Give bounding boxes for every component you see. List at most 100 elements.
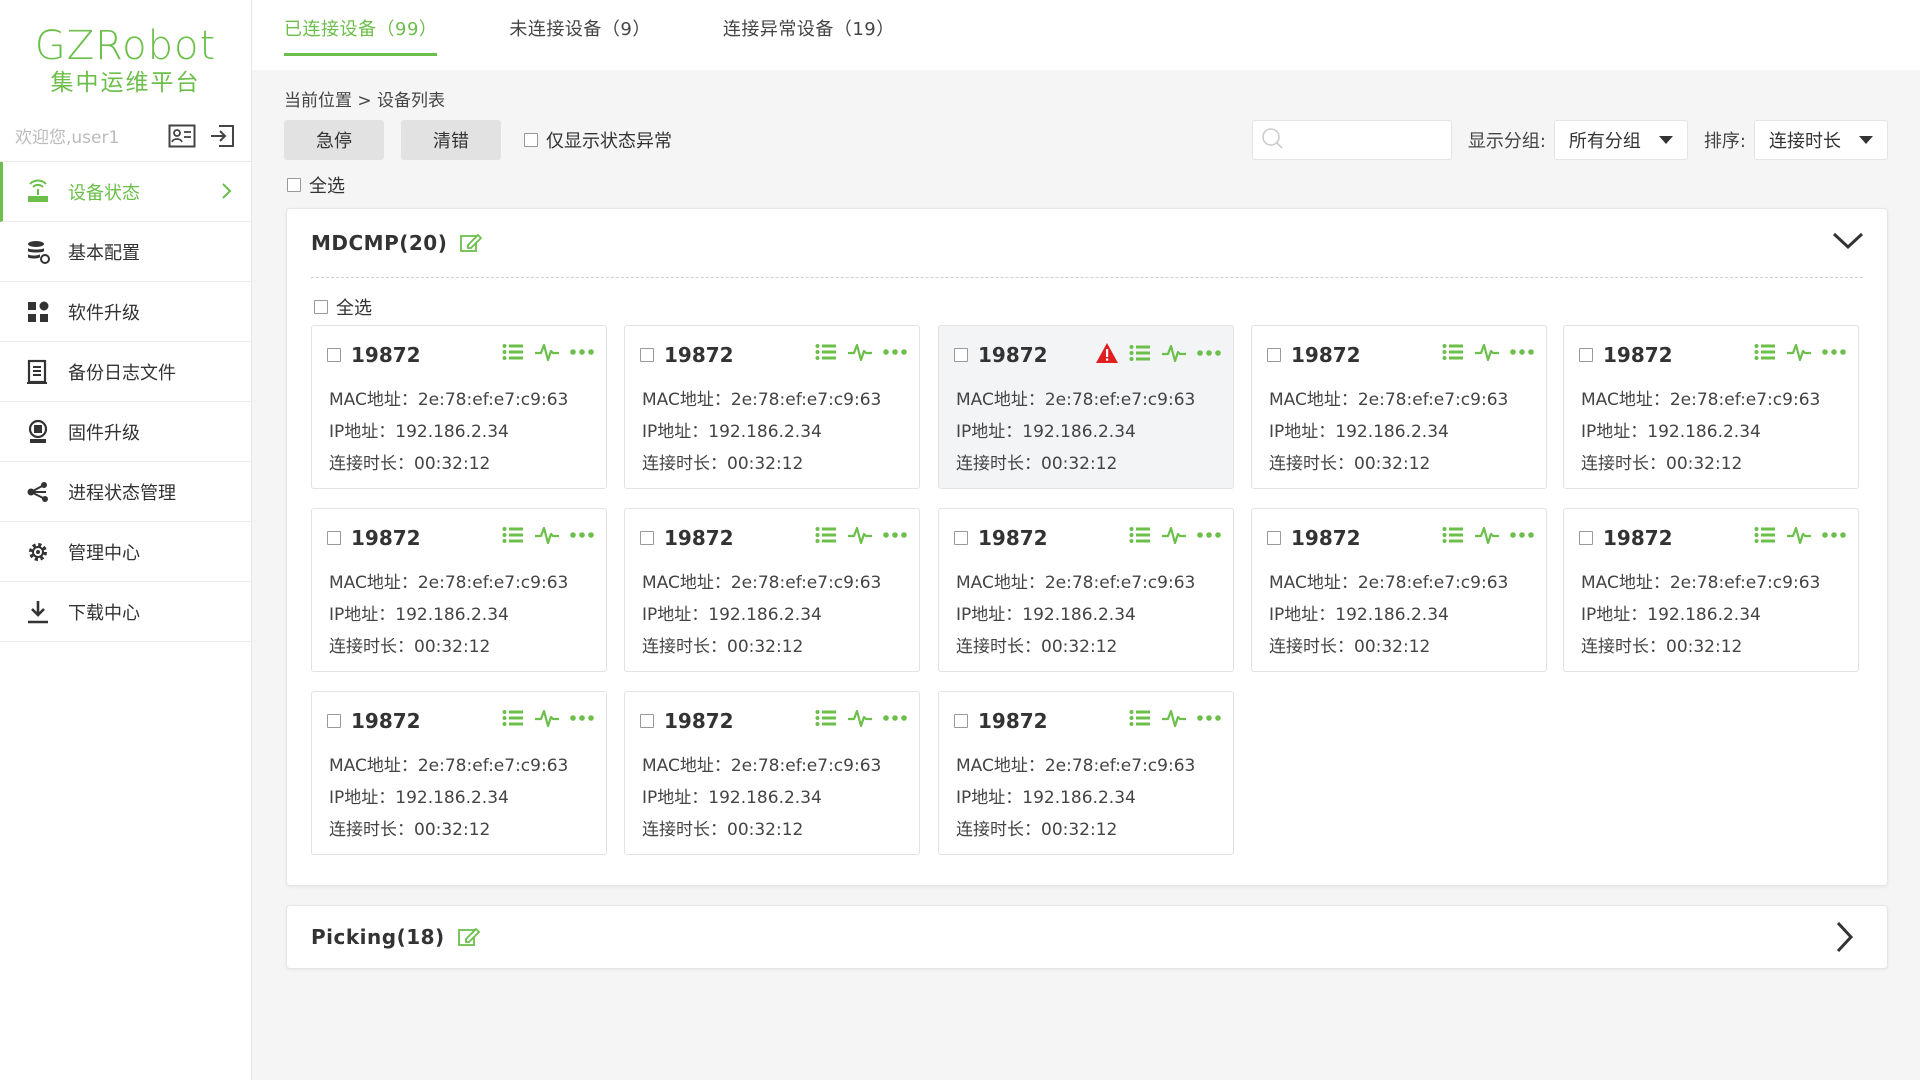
device-card[interactable]: 19872 MAC地址：2e:78:ef:e7:c9:63 IP地址：192.186… <box>624 508 920 672</box>
pulse-icon[interactable] <box>1786 525 1812 545</box>
group-select-all-checkbox[interactable] <box>314 300 328 314</box>
device-card[interactable]: 19872 MAC地址：2e:78:ef:e7:c9:63 IP地址：192.186… <box>311 691 607 855</box>
abnormal-only-checkbox[interactable] <box>524 133 538 147</box>
more-icon[interactable] <box>570 714 594 722</box>
list-icon[interactable] <box>502 526 524 544</box>
more-icon[interactable] <box>1822 531 1846 539</box>
device-card[interactable]: 19872 MAC地址：2e:78:ef:e7:c9:63 IP地址：192.186… <box>1251 325 1547 489</box>
pulse-icon[interactable] <box>847 525 873 545</box>
collapse-chevron-icon[interactable] <box>1831 229 1865 255</box>
list-icon[interactable] <box>815 709 837 727</box>
device-checkbox[interactable] <box>640 348 654 362</box>
device-name: 19872 <box>1291 343 1361 367</box>
pulse-icon[interactable] <box>1161 525 1187 545</box>
device-ip: IP地址：192.186.2.34 <box>642 788 822 808</box>
sidebar-item-software-upgrade[interactable]: 软件升级 <box>0 282 251 342</box>
list-icon[interactable] <box>1442 343 1464 361</box>
pulse-icon[interactable] <box>1474 525 1500 545</box>
sidebar-item-process-management[interactable]: 进程状态管理 <box>0 462 251 522</box>
pulse-icon[interactable] <box>534 342 560 362</box>
device-ip: IP地址：192.186.2.34 <box>956 788 1136 808</box>
device-card[interactable]: 19872 MAC地址：2e:78:ef:e7:c9:63 IP地址：192.186… <box>624 325 920 489</box>
more-icon[interactable] <box>1510 348 1534 356</box>
sidebar-item-basic-config[interactable]: 基本配置 <box>0 222 251 282</box>
pulse-icon[interactable] <box>534 708 560 728</box>
device-actions <box>492 342 594 362</box>
more-icon[interactable] <box>1197 714 1221 722</box>
sidebar-item-download-center[interactable]: 下载中心 <box>0 582 251 642</box>
sort-select[interactable]: 连接时长 <box>1754 120 1888 160</box>
more-icon[interactable] <box>570 348 594 356</box>
pulse-icon[interactable] <box>1474 342 1500 362</box>
list-icon[interactable] <box>1129 526 1151 544</box>
tab-disconnected[interactable]: 未连接设备（9） <box>509 0 650 70</box>
device-card[interactable]: 19872 MAC地址：2e:78:ef:e7:c9:63 IP地址：192.186… <box>938 325 1234 489</box>
list-icon[interactable] <box>1129 709 1151 727</box>
device-card[interactable]: 19872 MAC地址：2e:78:ef:e7:c9:63 IP地址：192.186… <box>1251 508 1547 672</box>
logo-title: GZRobot <box>34 23 217 69</box>
edit-icon[interactable] <box>459 232 483 254</box>
more-icon[interactable] <box>570 531 594 539</box>
device-card[interactable]: 19872 MAC地址：2e:78:ef:e7:c9:63 IP地址：192.186… <box>1563 325 1859 489</box>
tab-bar: 已连接设备（99） 未连接设备（9） 连接异常设备（19） <box>252 0 1920 70</box>
list-icon[interactable] <box>815 343 837 361</box>
device-card[interactable]: 19872 MAC地址：2e:78:ef:e7:c9:63 IP地址：192.186… <box>938 691 1234 855</box>
device-checkbox[interactable] <box>954 714 968 728</box>
more-icon[interactable] <box>883 348 907 356</box>
more-icon[interactable] <box>1197 531 1221 539</box>
list-icon[interactable] <box>815 526 837 544</box>
pulse-icon[interactable] <box>847 342 873 362</box>
list-icon[interactable] <box>1754 526 1776 544</box>
search-input[interactable] <box>1288 122 1496 158</box>
pulse-icon[interactable] <box>1786 342 1812 362</box>
more-icon[interactable] <box>1510 531 1534 539</box>
device-checkbox[interactable] <box>954 348 968 362</box>
device-checkbox[interactable] <box>640 531 654 545</box>
edit-icon[interactable] <box>457 926 481 948</box>
device-card[interactable]: 19872 MAC地址：2e:78:ef:e7:c9:63 IP地址：192.186… <box>938 508 1234 672</box>
pulse-icon[interactable] <box>1161 343 1187 363</box>
clear-error-button[interactable]: 清错 <box>401 120 501 160</box>
warning-icon[interactable] <box>1095 342 1119 364</box>
logout-icon[interactable] <box>208 123 236 149</box>
device-card[interactable]: 19872 MAC地址：2e:78:ef:e7:c9:63 IP地址：192.186… <box>1563 508 1859 672</box>
more-icon[interactable] <box>1822 348 1846 356</box>
device-checkbox[interactable] <box>640 714 654 728</box>
sidebar-item-device-status[interactable]: 设备状态 <box>0 162 251 222</box>
device-card[interactable]: 19872 MAC地址：2e:78:ef:e7:c9:63 IP地址：192.186… <box>311 508 607 672</box>
list-icon[interactable] <box>1442 526 1464 544</box>
device-checkbox[interactable] <box>1267 531 1281 545</box>
profile-card-icon[interactable] <box>168 123 196 149</box>
device-checkbox[interactable] <box>1267 348 1281 362</box>
device-checkbox[interactable] <box>1579 348 1593 362</box>
tab-connected[interactable]: 已连接设备（99） <box>284 0 438 70</box>
list-icon[interactable] <box>1754 343 1776 361</box>
device-checkbox[interactable] <box>1579 531 1593 545</box>
pulse-icon[interactable] <box>534 525 560 545</box>
more-icon[interactable] <box>883 531 907 539</box>
sidebar-item-firmware-upgrade[interactable]: 固件升级 <box>0 402 251 462</box>
group-select[interactable]: 所有分组 <box>1553 120 1688 160</box>
emergency-stop-button[interactable]: 急停 <box>284 120 384 160</box>
list-icon[interactable] <box>502 709 524 727</box>
expand-chevron-icon[interactable] <box>1833 920 1855 958</box>
device-checkbox[interactable] <box>327 348 341 362</box>
tab-abnormal[interactable]: 连接异常设备（19） <box>723 0 895 70</box>
device-name: 19872 <box>978 526 1048 550</box>
document-icon <box>24 358 52 386</box>
device-checkbox[interactable] <box>327 714 341 728</box>
device-card[interactable]: 19872 MAC地址：2e:78:ef:e7:c9:63 IP地址：192.186… <box>624 691 920 855</box>
more-icon[interactable] <box>1197 349 1221 357</box>
list-icon[interactable] <box>1129 344 1151 362</box>
device-card-header: 19872 <box>312 692 606 750</box>
device-card[interactable]: 19872 MAC地址：2e:78:ef:e7:c9:63 IP地址：192.186… <box>311 325 607 489</box>
more-icon[interactable] <box>883 714 907 722</box>
device-checkbox[interactable] <box>327 531 341 545</box>
device-checkbox[interactable] <box>954 531 968 545</box>
pulse-icon[interactable] <box>1161 708 1187 728</box>
list-icon[interactable] <box>502 343 524 361</box>
pulse-icon[interactable] <box>847 708 873 728</box>
sidebar-item-management-center[interactable]: 管理中心 <box>0 522 251 582</box>
select-all-checkbox[interactable] <box>287 178 301 192</box>
sidebar-item-backup-logs[interactable]: 备份日志文件 <box>0 342 251 402</box>
